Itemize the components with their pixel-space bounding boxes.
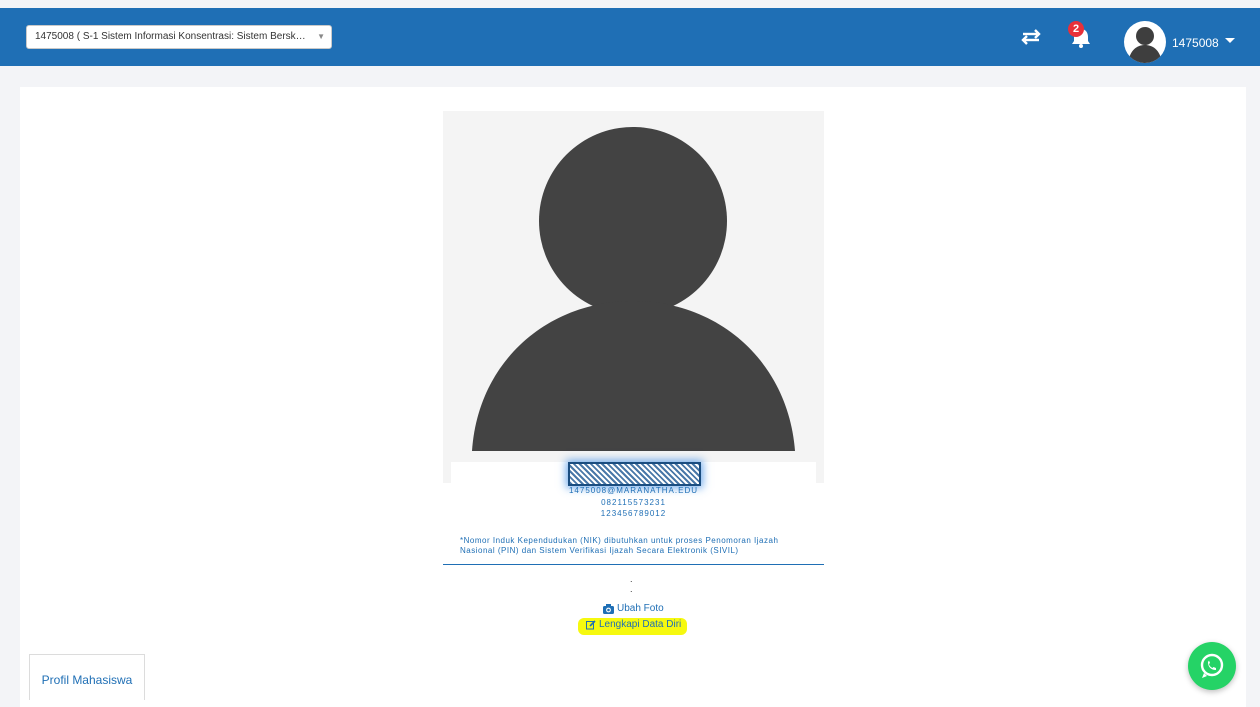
edit-icon (586, 619, 596, 629)
nik-note: *Nomor Induk Kependudukan (NIK) dibutuhk… (460, 536, 779, 555)
camera-icon (603, 603, 614, 614)
chevron-down-icon: ▼ (317, 32, 325, 41)
program-select[interactable]: 1475008 ( S-1 Sistem Informasi Konsentra… (26, 25, 332, 49)
program-select-value: 1475008 ( S-1 Sistem Informasi Konsentra… (35, 31, 332, 42)
redacted-name (568, 462, 701, 486)
user-avatar[interactable] (1124, 21, 1166, 63)
user-dropdown-caret-icon[interactable] (1225, 38, 1235, 43)
whatsapp-button[interactable] (1188, 642, 1236, 690)
dot-1: . (630, 574, 633, 584)
lengkapi-data-diri-link[interactable]: Lengkapi Data Diri (578, 618, 688, 635)
email-text: 1475008@MARANATHA.EDU (568, 486, 698, 495)
user-name[interactable]: 1475008 (1172, 36, 1219, 50)
phone-text: 082115573231 (601, 498, 666, 507)
lengkapi-label: Lengkapi Data Diri (599, 619, 682, 630)
ubah-foto-link[interactable]: Ubah Foto (603, 603, 664, 614)
divider (443, 564, 824, 565)
default-avatar-icon (472, 115, 795, 451)
top-navbar: 1475008 ( S-1 Sistem Informasi Konsentra… (0, 8, 1260, 66)
nik-text: 123456789012 (600, 509, 667, 518)
user-silhouette-icon (1128, 27, 1162, 63)
notification-badge: 2 (1068, 21, 1084, 37)
whatsapp-icon (1200, 653, 1224, 678)
dot-2: . (630, 584, 633, 594)
profile-photo (443, 111, 824, 483)
placeholder-dots: . . (630, 574, 633, 594)
switch-arrows-icon[interactable] (1020, 27, 1042, 47)
tab-profil-mahasiswa[interactable]: Profil Mahasiswa (29, 654, 145, 700)
ubah-foto-label: Ubah Foto (617, 603, 664, 614)
